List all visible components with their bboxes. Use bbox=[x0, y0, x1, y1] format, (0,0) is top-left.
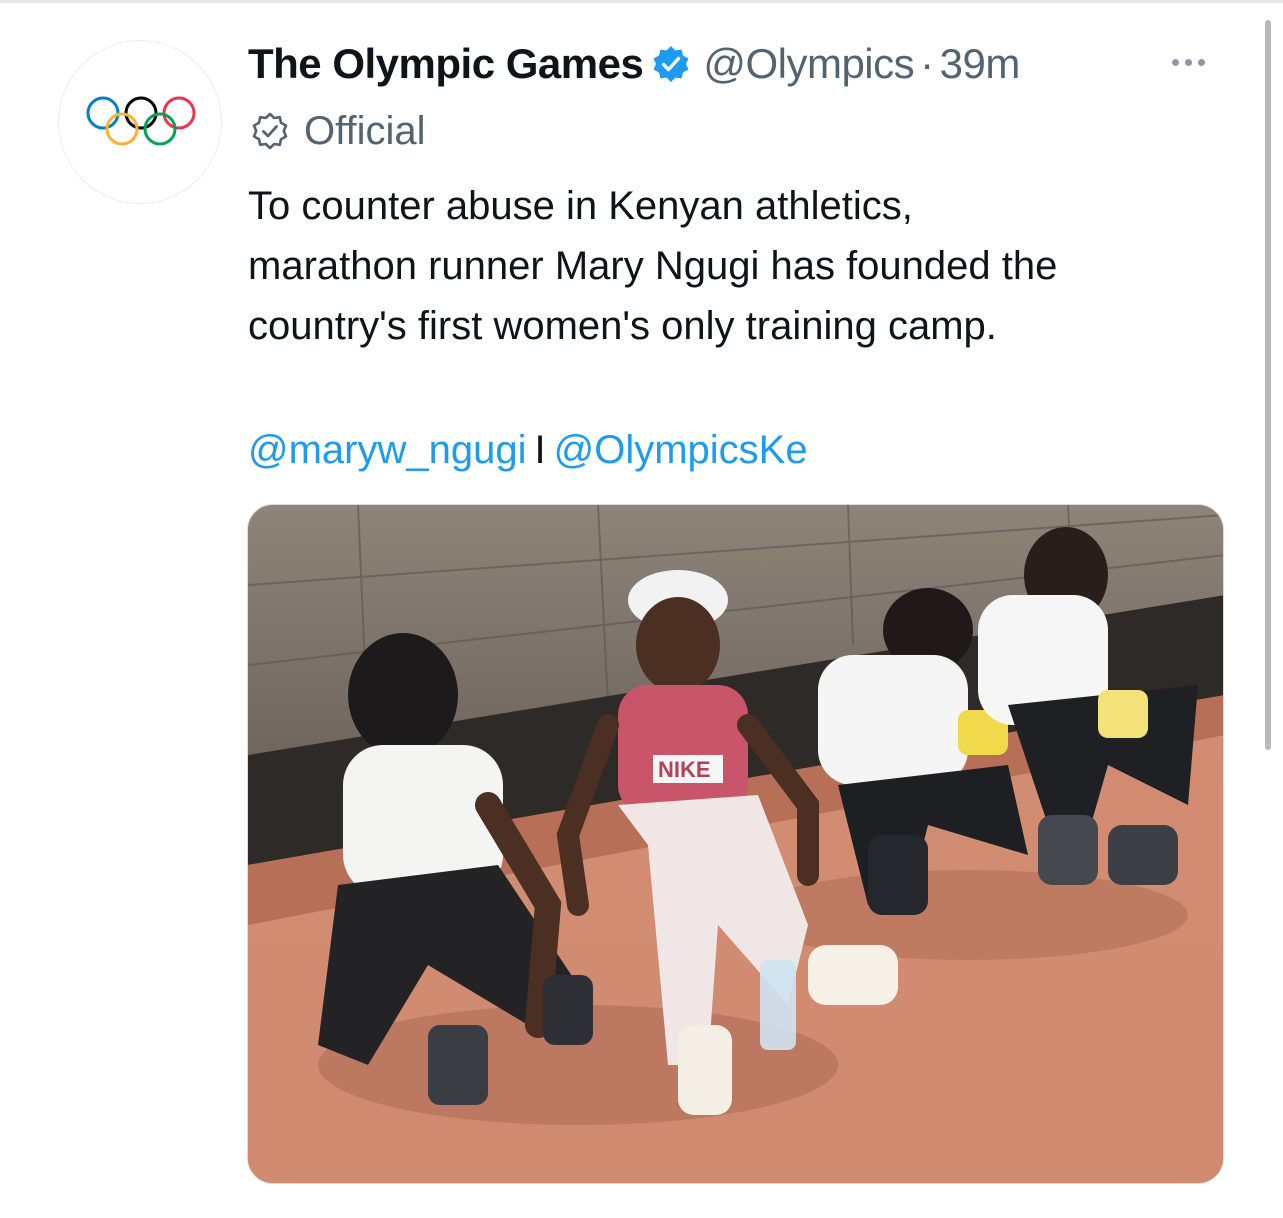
mention-separator: I bbox=[534, 428, 546, 472]
dot-icon bbox=[1198, 58, 1205, 66]
tweet-text-line: To counter abuse in Kenyan athletics, bbox=[248, 184, 913, 228]
separator-dot: · bbox=[920, 40, 934, 87]
top-divider bbox=[0, 0, 1283, 3]
official-label: Official bbox=[250, 104, 426, 158]
tweet-text: To counter abuse in Kenyan athletics, ma… bbox=[248, 176, 1258, 356]
shirt-print: NIKE bbox=[658, 757, 711, 782]
official-label-text: Official bbox=[304, 108, 426, 153]
verified-badge-icon[interactable] bbox=[651, 44, 691, 84]
photo-scene: NIKE bbox=[248, 505, 1223, 1183]
water-bottle bbox=[760, 960, 796, 1050]
timestamp[interactable]: 39m bbox=[940, 40, 1021, 88]
cup bbox=[1098, 690, 1148, 738]
olympic-rings-icon bbox=[86, 96, 196, 146]
more-options-icon[interactable] bbox=[1172, 52, 1222, 72]
user-handle[interactable]: @Olympics bbox=[703, 40, 914, 88]
dot-icon bbox=[1185, 58, 1192, 66]
scrollbar[interactable] bbox=[1265, 20, 1271, 750]
official-label-icon bbox=[252, 112, 288, 150]
mentions-line: @maryw_ngugi I @OlympicsKe bbox=[248, 422, 808, 478]
tweet-text-line: marathon runner Mary Ngugi has founded t… bbox=[248, 244, 1058, 288]
avatar[interactable] bbox=[58, 40, 222, 204]
display-name[interactable]: The Olympic Games bbox=[248, 40, 644, 88]
dot-icon bbox=[1172, 58, 1179, 66]
mention-link-maryw-ngugi[interactable]: @maryw_ngugi bbox=[248, 428, 527, 472]
mention-link-olympicske[interactable]: @OlympicsKe bbox=[554, 428, 808, 472]
tweet-photo[interactable]: NIKE bbox=[247, 504, 1224, 1184]
tweet-text-line: country's first women's only training ca… bbox=[248, 304, 997, 348]
tweet-header: The Olympic Games @Olympics · 39m bbox=[248, 36, 1248, 92]
